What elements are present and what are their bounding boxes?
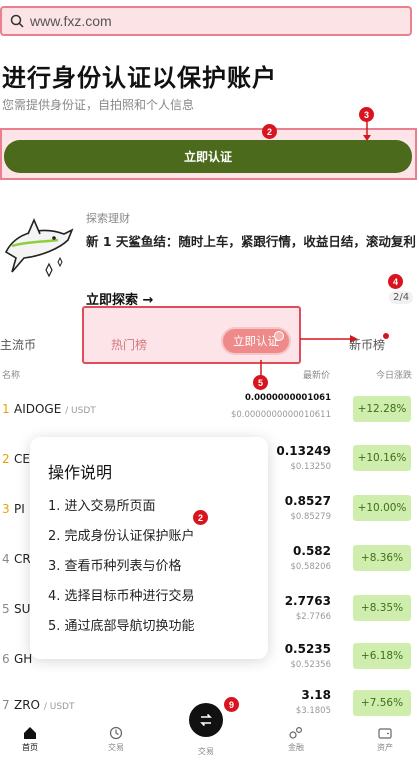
step-badge: 2 — [193, 510, 208, 525]
row-price: 0.582 — [293, 544, 331, 558]
nav-markets[interactable]: 交易 — [86, 720, 146, 753]
row-change: +7.56% — [353, 690, 411, 716]
column-change: 今日涨跌 — [376, 371, 413, 381]
step-badge: 2 — [262, 124, 277, 139]
row-price: 0.8527 — [284, 494, 331, 508]
row-change: +8.36% — [353, 545, 411, 571]
row-sub-price: $0.52356 — [290, 660, 331, 670]
instructions-tooltip: 操作说明 1. 进入交易所页面 2. 完成身份认证保护账户 3. 查看币种列表与… — [30, 437, 268, 659]
table-row[interactable]: 1 AIDOGE / USDT 0.0000000001061 $0.00000… — [0, 386, 419, 436]
column-price: 最新价 — [303, 371, 331, 381]
row-sub-price: $0.0000000000010611 — [230, 410, 331, 420]
row-change: +8.35% — [353, 595, 411, 621]
tooltip-step: 4. 选择目标币种进行交易 — [48, 589, 195, 604]
page-title: 进行身份认证以保护账户 — [2, 64, 277, 92]
row-change: +12.28% — [353, 396, 411, 422]
promo-tag: 探索理财 — [86, 212, 130, 225]
wallet-icon — [378, 728, 392, 739]
row-price: 0.13249 — [276, 444, 331, 458]
row-symbol: SU — [14, 602, 31, 616]
row-rank: 6 — [2, 652, 10, 666]
row-rank: 2 — [2, 452, 10, 466]
row-symbol: AIDOGE / USDT — [14, 402, 96, 416]
row-price: 2.7763 — [284, 594, 331, 608]
pill-dot-icon — [274, 331, 284, 341]
tooltip-title: 操作说明 — [48, 463, 113, 482]
shark-illustration-icon — [4, 217, 74, 278]
row-change: +6.18% — [353, 643, 411, 669]
clock-icon — [109, 726, 123, 740]
row-price: 3.18 — [301, 688, 331, 702]
tooltip-step: 3. 查看币种列表与价格 — [48, 559, 182, 574]
promo-description: 新 1 天鲨鱼结：随时上车，紧跟行情，收益日结，滚动复利 — [86, 234, 416, 249]
row-symbol: PI — [14, 502, 25, 516]
earn-icon — [289, 726, 303, 739]
connector-line — [260, 360, 262, 376]
row-rank: 3 — [2, 502, 10, 516]
search-url: www.fxz.com — [30, 13, 112, 29]
row-rank: 7 — [2, 698, 10, 712]
home-icon — [24, 727, 36, 739]
tooltip-step: 5. 通过底部导航切换功能 — [48, 619, 195, 634]
step-badge: 9 — [224, 697, 239, 712]
row-symbol: GH — [14, 652, 33, 666]
page-subtitle: 您需提供身份证，自拍照和个人信息 — [2, 98, 195, 112]
row-rank: 4 — [2, 552, 10, 566]
nav-assets[interactable]: 资产 — [355, 720, 415, 753]
tab-mainstream[interactable]: 主流币 — [0, 336, 36, 353]
search-bar[interactable]: www.fxz.com — [0, 6, 412, 36]
row-sub-price: $3.1805 — [295, 706, 331, 716]
verify-button[interactable]: 立即认证 — [4, 140, 412, 173]
tooltip-step: 1. 进入交易所页面 — [48, 499, 156, 514]
tab-new[interactable]: 新币榜 — [349, 336, 385, 353]
row-change: +10.16% — [353, 445, 411, 471]
row-price: 0.5235 — [284, 642, 331, 656]
row-sub-price: $0.85279 — [290, 512, 331, 522]
promo-page-indicator: 2/4 — [389, 291, 414, 304]
tooltip-step: 2. 完成身份认证保护账户 — [48, 529, 195, 544]
row-symbol: ZRO / USDT — [14, 698, 75, 712]
search-icon — [10, 14, 24, 28]
row-sub-price: $0.13250 — [290, 462, 331, 472]
column-name: 名称 — [2, 371, 21, 381]
step-badge: 4 — [388, 274, 403, 289]
row-symbol: CR — [14, 552, 31, 566]
row-sub-price: $2.7766 — [295, 612, 331, 622]
row-sub-price: $0.58206 — [290, 562, 331, 572]
row-change: +10.00% — [353, 495, 411, 521]
row-price: 0.0000000001061 — [244, 393, 331, 403]
nav-home[interactable]: 首页 — [0, 720, 60, 753]
nav-trade-label[interactable]: 交易 — [176, 746, 236, 757]
swap-icon — [200, 713, 212, 727]
tab-hot[interactable]: 热门榜 — [111, 336, 147, 353]
arrow-down-icon — [363, 120, 371, 141]
trade-swap-button[interactable] — [189, 703, 223, 737]
nav-earn[interactable]: 金融 — [266, 720, 326, 753]
row-rank: 1 — [2, 402, 10, 416]
row-symbol: CE — [14, 452, 30, 466]
row-rank: 5 — [2, 602, 10, 616]
tooltip-steps: 1. 进入交易所页面 2. 完成身份认证保护账户 3. 查看币种列表与价格 4.… — [48, 497, 195, 647]
